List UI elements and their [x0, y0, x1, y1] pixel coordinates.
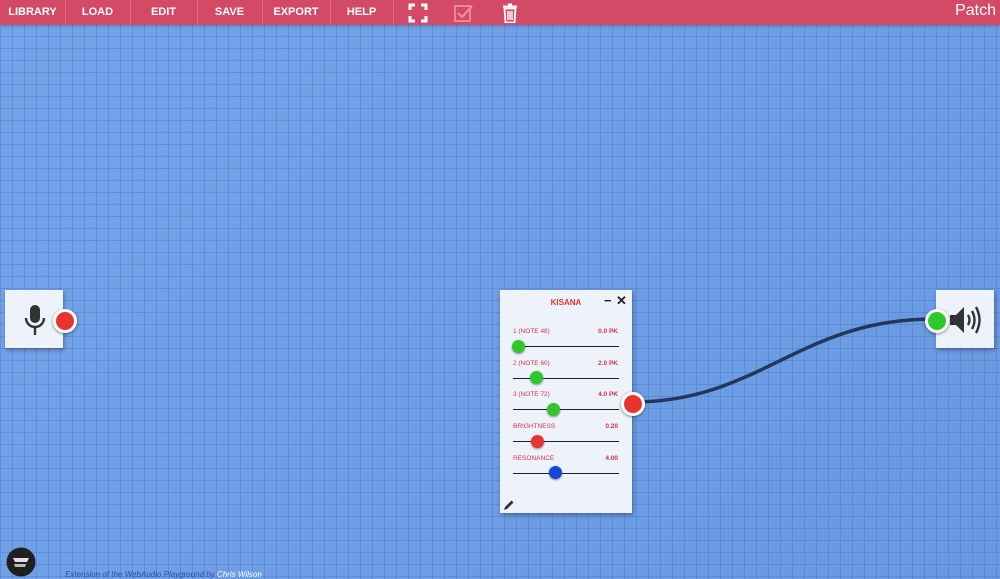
param-label: RESONANCE	[513, 454, 555, 462]
slider-knob[interactable]	[548, 466, 562, 480]
param-label: 3 (NOTE 72)	[513, 391, 550, 399]
audio-input-node[interactable]	[5, 290, 77, 348]
minimize-button[interactable]: −	[604, 293, 612, 308]
close-button[interactable]: ✕	[616, 293, 627, 309]
footer-credit: Extension of the WebAudio Playground by …	[65, 570, 262, 579]
author-link[interactable]: Chris Wilson	[217, 570, 262, 579]
param-value: 4.00	[605, 454, 618, 462]
kisana-output-port[interactable]	[621, 392, 645, 416]
param-value: 0.20	[605, 423, 618, 431]
slider-knob[interactable]	[546, 402, 560, 416]
pencil-icon[interactable]	[503, 499, 515, 511]
speaker-icon	[950, 306, 981, 334]
output-input-port[interactable]	[925, 309, 949, 333]
slider-track[interactable]	[513, 472, 619, 474]
kisana-title: KISANA	[550, 298, 582, 307]
slider-knob[interactable]	[511, 339, 525, 353]
param-label: 2 (NOTE 60)	[513, 359, 550, 367]
kisana-node[interactable]: KISANA − ✕ 1 (NOTE 48) 0.0 PK 2 (NOTE 60…	[500, 290, 645, 513]
brand-logo-icon[interactable]	[6, 547, 36, 577]
microphone-icon	[24, 305, 46, 335]
footer-credit-text: Extension of the WebAudio Playground by	[65, 570, 217, 579]
slider-knob[interactable]	[530, 434, 544, 448]
param-value: 0.0 PK	[598, 328, 618, 335]
param-value: 2.0 PK	[598, 359, 618, 367]
slider-track[interactable]	[513, 441, 619, 443]
slider-track[interactable]	[513, 409, 619, 411]
audio-output-node[interactable]	[925, 290, 994, 348]
input-output-port[interactable]	[53, 309, 77, 333]
slider-knob[interactable]	[529, 371, 543, 385]
param-label: 1 (NOTE 48)	[513, 328, 550, 335]
param-value: 4.0 PK	[598, 391, 618, 399]
param-label: BRIGHTNESS	[513, 423, 556, 431]
slider-track[interactable]	[513, 377, 619, 379]
slider-track[interactable]	[513, 346, 619, 347]
